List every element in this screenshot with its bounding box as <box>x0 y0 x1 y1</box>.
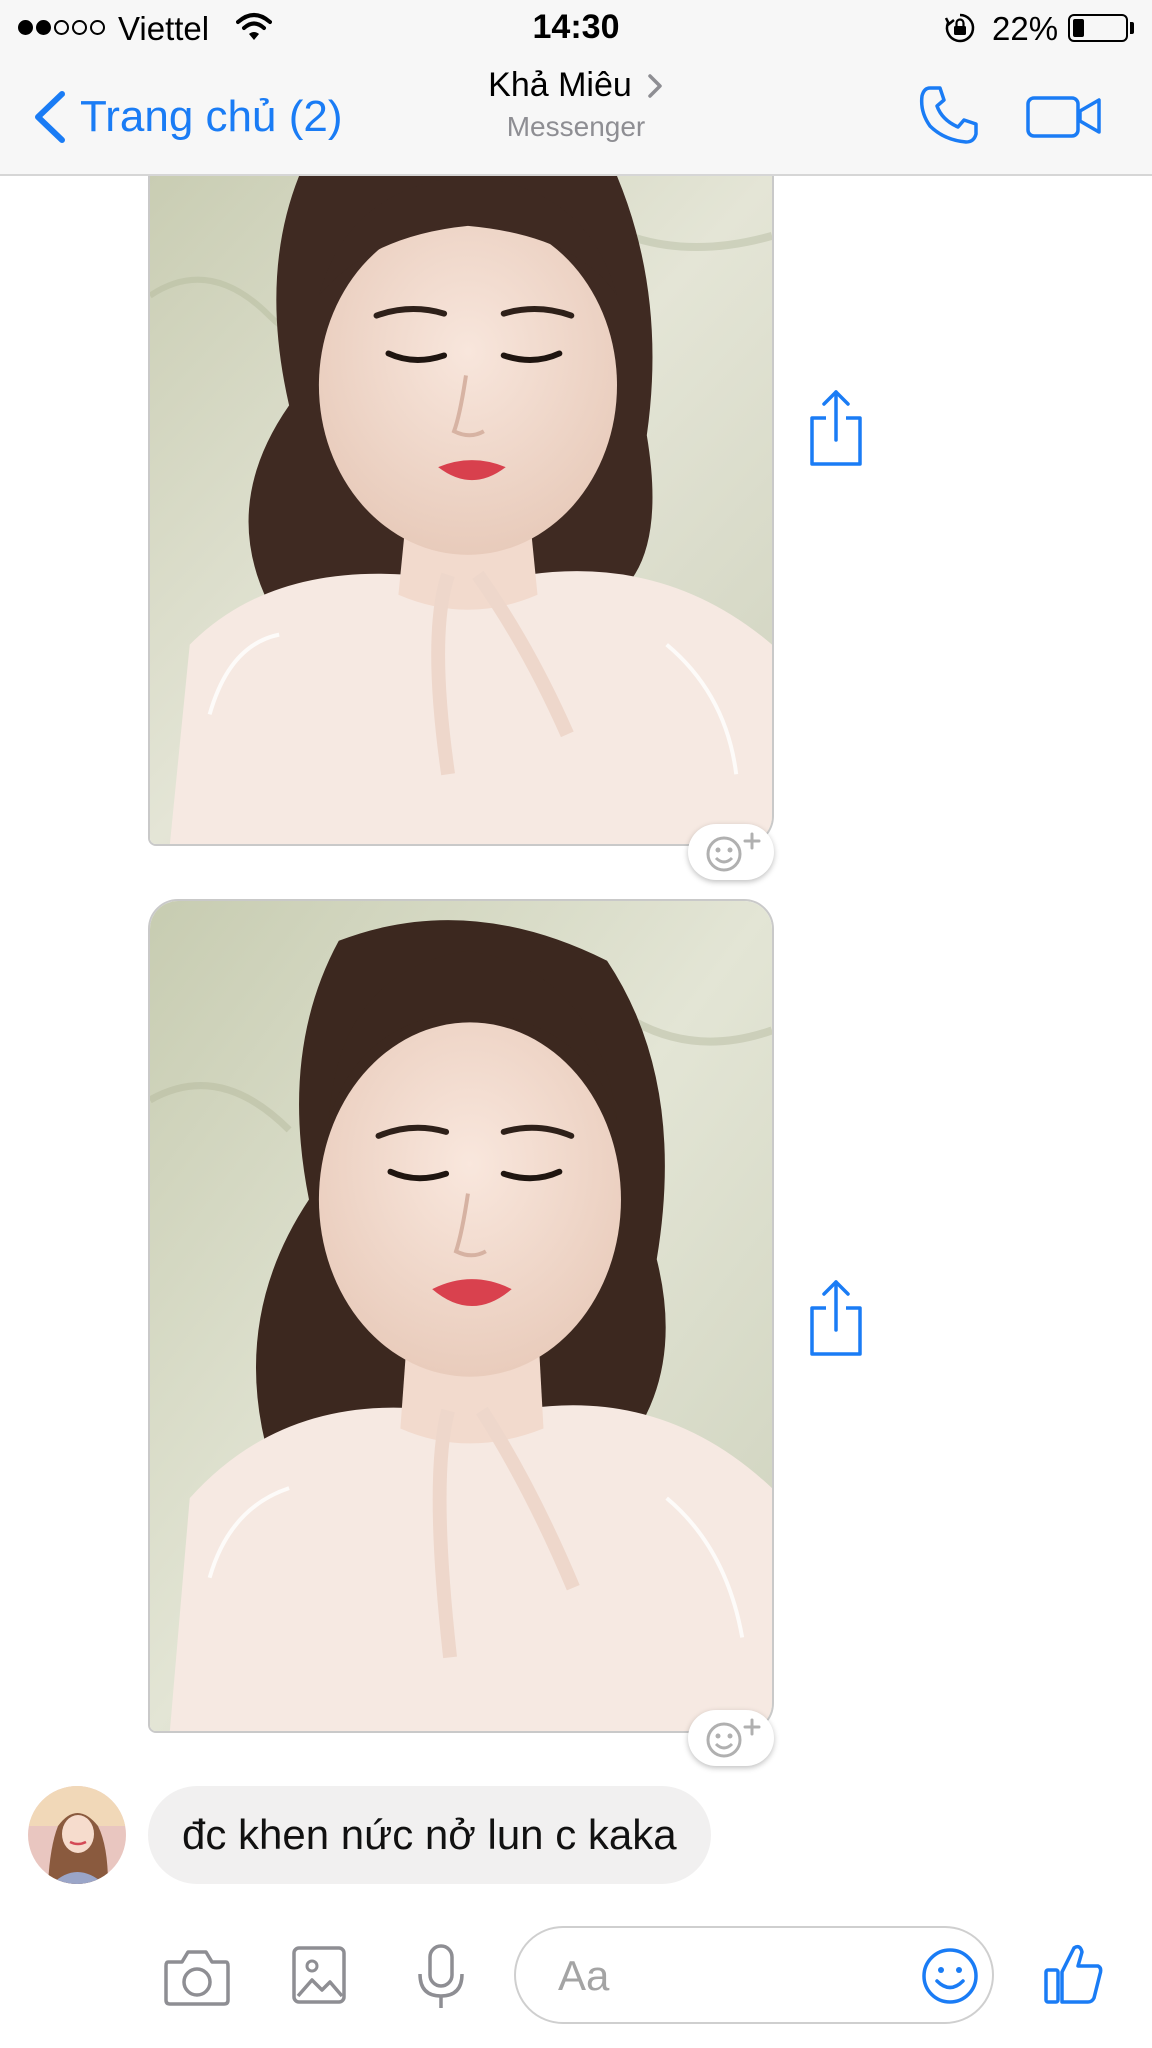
photo-message[interactable] <box>148 899 774 1733</box>
thumbs-up-icon[interactable] <box>1044 1942 1104 2006</box>
message-text: đc khen nức nở lun c kaka <box>182 1811 677 1858</box>
share-icon[interactable] <box>806 388 866 468</box>
message-input-field[interactable] <box>514 1926 994 2024</box>
text-message-bubble[interactable]: đc khen nức nở lun c kaka <box>148 1786 711 1884</box>
microphone-icon[interactable] <box>416 1944 466 2010</box>
avatar[interactable] <box>28 1786 126 1884</box>
battery-percent: 22% <box>992 10 1059 47</box>
contact-name: Khả Miêu <box>488 66 632 104</box>
video-call-icon[interactable] <box>1026 92 1102 140</box>
conversation-header: Trang chủ (2) Khả Miêu Messenger <box>0 58 1152 176</box>
phone-call-icon[interactable] <box>918 84 980 146</box>
add-reaction-button[interactable] <box>688 824 774 880</box>
smiley-plus-icon <box>706 832 761 872</box>
message-input[interactable] <box>556 1946 880 2006</box>
camera-icon[interactable] <box>164 1948 230 2006</box>
rotation-lock-icon <box>944 13 975 43</box>
photo-message[interactable] <box>148 176 774 846</box>
back-label: Trang chủ (2) <box>80 92 343 141</box>
more-actions-button[interactable] <box>42 1946 110 2014</box>
back-button[interactable]: Trang chủ (2) <box>30 88 342 146</box>
battery-tip <box>1130 22 1134 34</box>
share-icon[interactable] <box>806 1278 866 1358</box>
photo-gallery-icon[interactable] <box>292 1946 346 2004</box>
add-reaction-button[interactable] <box>688 1710 774 1766</box>
profile-photo <box>28 1786 126 1884</box>
conversation-title[interactable]: Khả Miêu Messenger <box>376 66 776 143</box>
plus-icon <box>57 1961 95 1999</box>
clock: 14:30 <box>532 8 620 46</box>
battery-icon <box>1068 14 1128 42</box>
selfie-photo <box>150 176 772 844</box>
chevron-right-icon <box>648 73 662 98</box>
message-list[interactable]: đc khen nức nở lun c kaka <box>0 176 1152 1916</box>
selfie-photo <box>150 901 772 1731</box>
emoji-icon[interactable] <box>920 1946 980 2006</box>
status-bar: Viettel 14:30 22% <box>0 0 1152 58</box>
smiley-plus-icon <box>706 1718 761 1758</box>
chevron-left-icon <box>35 91 65 143</box>
conversation-subtitle: Messenger <box>506 111 646 142</box>
